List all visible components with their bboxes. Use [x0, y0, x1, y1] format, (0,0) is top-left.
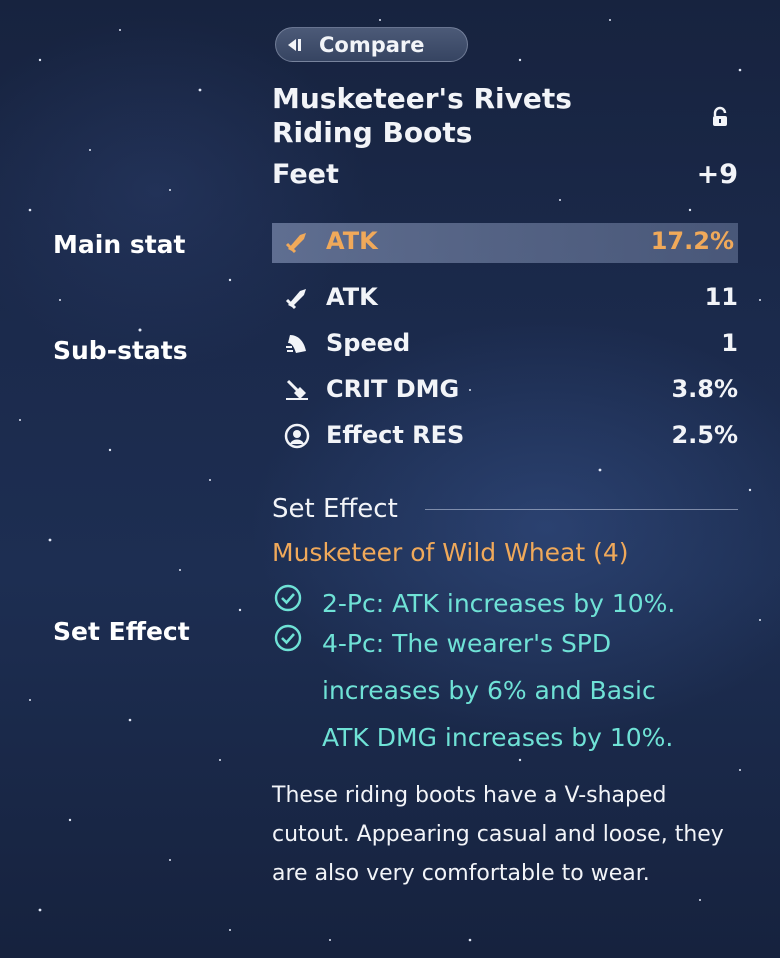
compare-button[interactable]: Compare	[275, 27, 468, 62]
sub-stat-name: ATK	[326, 283, 378, 311]
relic-level: +9	[696, 159, 738, 190]
main-stat-row: ATK 17.2%	[272, 223, 738, 263]
sub-stat-row: ATK 11	[272, 279, 738, 319]
relic-name: Musketeer's Rivets Riding Boots	[272, 82, 632, 150]
relic-slot: Feet	[272, 159, 339, 190]
sub-stat-name: Speed	[326, 329, 411, 357]
set-name: Musketeer of Wild Wheat (4)	[272, 538, 629, 567]
set-bonus-4pc-line2: increases by 6% and Basic	[322, 676, 656, 705]
sub-stat-row: Effect RES 2.5%	[272, 417, 738, 457]
sub-stat-value: 2.5%	[671, 421, 738, 449]
crit-dmg-icon	[286, 379, 308, 400]
set-effect-side-label: Set Effect	[53, 617, 190, 646]
sub-stat-name: CRIT DMG	[326, 375, 460, 403]
set-effect-header: Set Effect	[272, 494, 398, 524]
sub-stat-value: 11	[704, 283, 738, 311]
main-stat-name: ATK	[326, 227, 378, 255]
sub-stat-value: 1	[721, 329, 738, 357]
relic-name-line1: Musketeer's Rivets	[272, 82, 572, 115]
sub-stat-value: 3.8%	[671, 375, 738, 403]
compare-label: Compare	[319, 32, 425, 57]
back-bar-glyph	[298, 38, 301, 51]
check-circle-icon	[274, 624, 302, 652]
set-bonus-4pc-line3: ATK DMG increases by 10%.	[322, 723, 674, 752]
sub-stats-label: Sub-stats	[53, 336, 188, 365]
main-stat-label: Main stat	[53, 230, 186, 259]
sub-stat-row: Speed 1	[272, 325, 738, 365]
set-bonus-4pc-line1: 4-Pc: The wearer's SPD	[322, 629, 612, 658]
relic-name-line2: Riding Boots	[272, 116, 473, 149]
sub-stat-name: Effect RES	[326, 421, 465, 449]
sword-icon	[285, 233, 306, 254]
sword-icon	[285, 289, 306, 310]
divider	[425, 509, 738, 510]
set-bonus-4pc-text: 4-Pc: The wearer's SPD increases by 6% a…	[322, 620, 673, 761]
relic-description: These riding boots have a V-shaped cutou…	[272, 783, 724, 886]
boot-speed-icon	[286, 335, 306, 353]
main-stat-value: 17.2%	[650, 227, 734, 255]
check-circle-icon	[274, 584, 302, 612]
sub-stat-row: CRIT DMG 3.8%	[272, 371, 738, 411]
back-triangle-icon	[288, 38, 296, 51]
effect-res-icon	[284, 423, 310, 449]
lock-icon[interactable]	[709, 106, 731, 128]
